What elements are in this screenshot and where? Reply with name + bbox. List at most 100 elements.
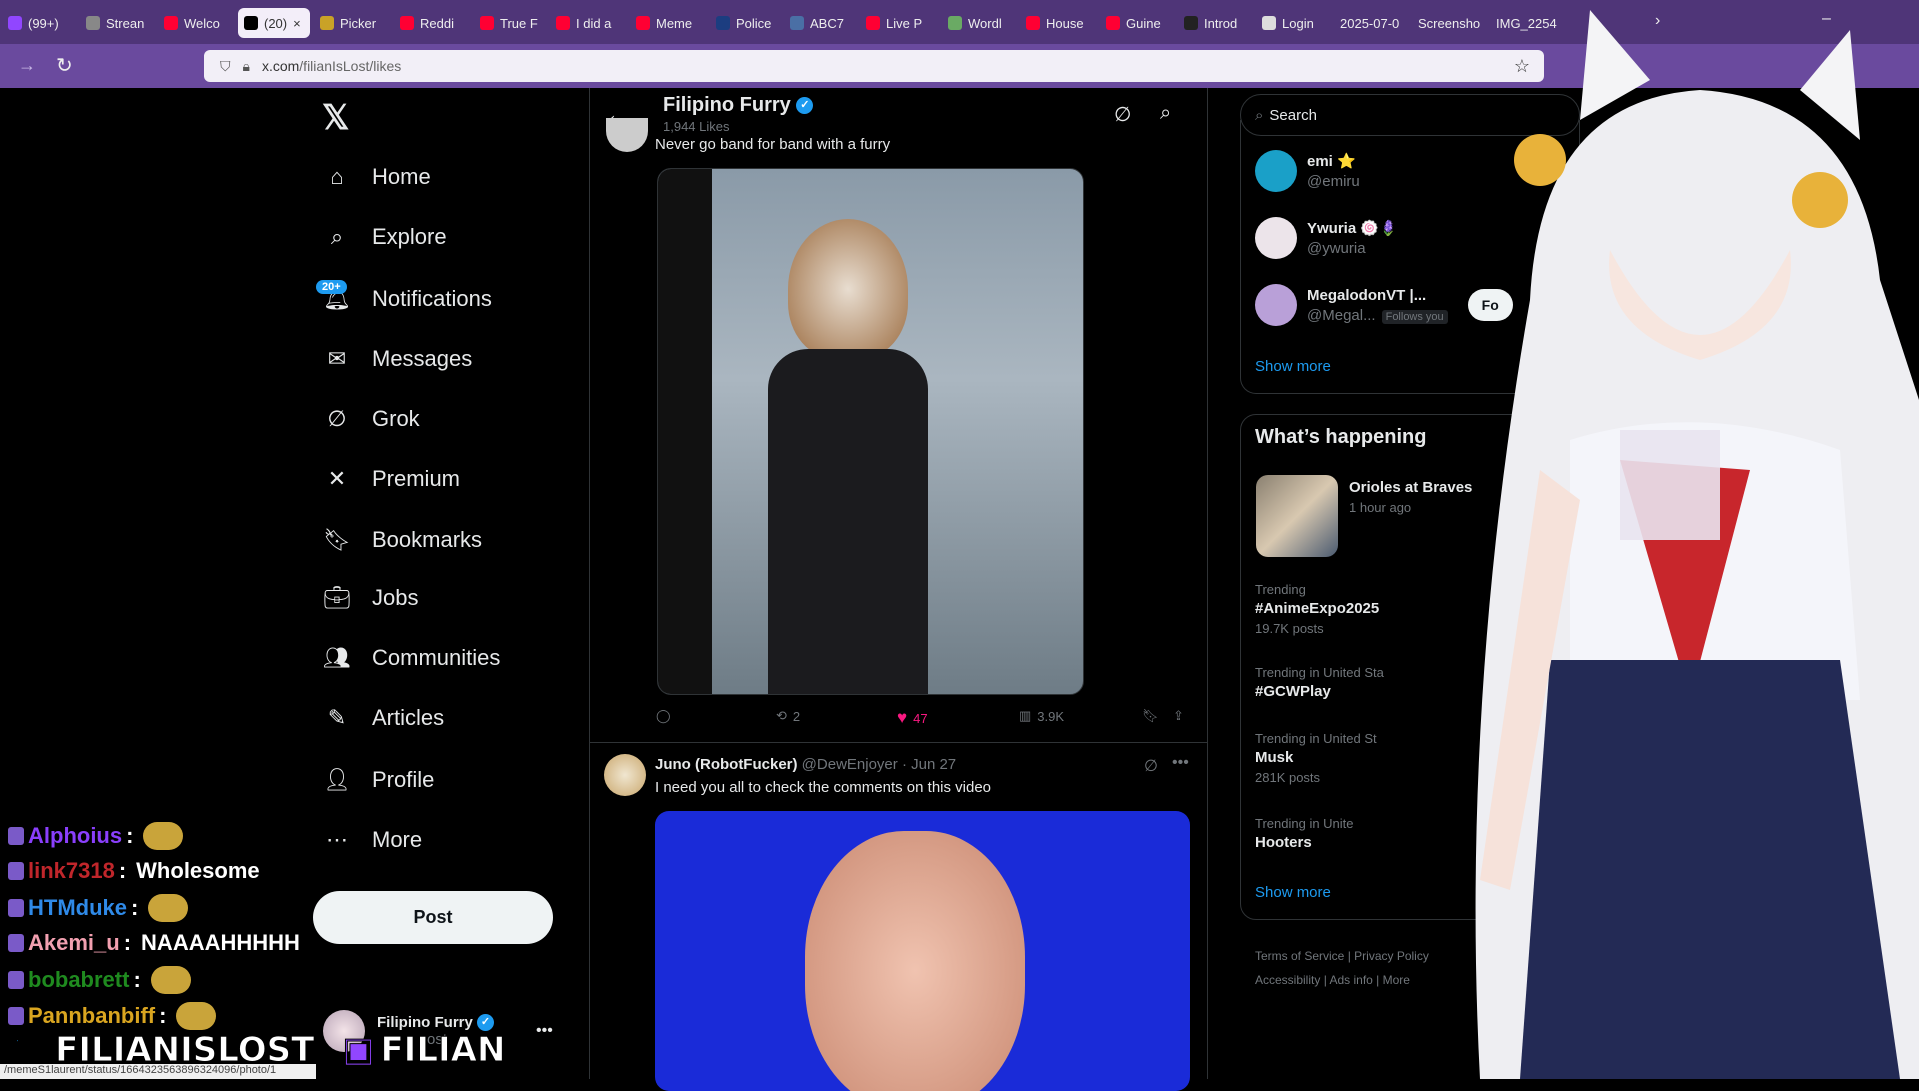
browser-tab[interactable]: I did a <box>556 8 630 38</box>
browser-tab[interactable]: (20) × <box>238 8 310 38</box>
more-icon[interactable]: ••• <box>536 1022 553 1040</box>
address-bar[interactable]: ⛉ 🔒︎ x.com/filianIsLost/likes ☆ <box>204 50 1544 82</box>
author-name[interactable]: Juno (RobotFucker) <box>655 756 798 773</box>
communities-icon: 👥︎ <box>323 645 351 670</box>
close-tab-icon[interactable]: × <box>293 16 301 31</box>
show-more-link[interactable]: Show more <box>1255 358 1331 375</box>
trend-name: Musk <box>1255 749 1294 766</box>
sidebar-item-bookmarks[interactable]: 🔖︎ Bookmarks <box>322 525 482 555</box>
grok-icon[interactable]: ∅ <box>1114 102 1131 127</box>
url-path: /filianIsLost/likes <box>299 58 402 74</box>
sidebar-item-label: Communities <box>372 645 501 670</box>
sidebar-item-label: Notifications <box>372 286 492 311</box>
footer-link[interactable]: More <box>1383 973 1410 987</box>
browser-tab[interactable]: Police <box>716 8 790 38</box>
bookmark-button[interactable]: 🔖︎ <box>1142 708 1159 724</box>
tweet-video[interactable] <box>655 811 1190 1091</box>
browser-tab[interactable]: Strean <box>86 8 160 38</box>
reply-button[interactable]: ◯ <box>656 708 671 724</box>
trend-item[interactable]: Trending in United St Musk 281K posts <box>1255 731 1377 785</box>
browser-tab[interactable]: Picker <box>320 8 394 38</box>
tab-title: House <box>1046 15 1084 31</box>
sidebar-item-profile[interactable]: 👤︎ Profile <box>322 765 434 795</box>
browser-tab[interactable]: ABC7 <box>790 8 864 38</box>
user-name: emi ⭐ <box>1307 153 1356 170</box>
post-button[interactable]: Post <box>313 891 553 944</box>
follow-suggestion[interactable]: emi ⭐ @emiru <box>1255 150 1360 192</box>
footer-link[interactable]: Privacy Policy <box>1354 949 1429 963</box>
footer-link[interactable]: Terms of Service <box>1255 949 1344 963</box>
sidebar-item-messages[interactable]: ✉ Messages <box>322 344 473 374</box>
favicon-icon <box>244 16 258 30</box>
sidebar-item-label: Bookmarks <box>372 527 483 552</box>
sidebar-item-notifications[interactable]: 🔔︎ Notifications <box>322 284 492 314</box>
browser-tab[interactable]: 2025-07-0 <box>1340 8 1414 38</box>
trend-item[interactable]: Trending in United Sta #GCWPlay <box>1255 665 1384 700</box>
tab-title: ABC7 <box>810 15 844 31</box>
sidebar-item-label: Premium <box>372 466 461 491</box>
footer-link[interactable]: Ads info <box>1329 973 1372 987</box>
more-circle-icon: ⋯ <box>326 827 348 852</box>
tweet-avatar[interactable] <box>604 754 646 796</box>
favicon-icon <box>320 16 334 30</box>
sidebar-item-articles[interactable]: ✎ Articles <box>322 703 444 733</box>
author-handle[interactable]: @DewEnjoyer <box>802 756 898 773</box>
emote-icon <box>143 822 184 850</box>
sidebar-item-home[interactable]: ⌂ Home <box>322 162 430 192</box>
tweet-date[interactable]: · Jun 27 <box>902 756 956 773</box>
sidebar-item-explore[interactable]: ⌕ Explore <box>322 222 447 252</box>
browser-tab[interactable]: Login <box>1262 8 1336 38</box>
browser-tab[interactable]: Welco <box>164 8 238 38</box>
share-button[interactable]: ⇪ <box>1173 708 1184 724</box>
browser-tab[interactable]: Reddi <box>400 8 474 38</box>
shield-icon: ⛉ <box>220 57 231 74</box>
forward-button[interactable]: → <box>18 55 36 76</box>
tab-title: Login <box>1282 15 1314 31</box>
browser-tab[interactable]: Meme <box>636 8 710 38</box>
chat-badge-icon <box>8 971 24 989</box>
favicon-icon <box>8 16 22 30</box>
show-more-link[interactable]: Show more <box>1255 884 1331 901</box>
browser-tab[interactable]: House <box>1026 8 1100 38</box>
tweet-avatar[interactable] <box>606 118 648 152</box>
chat-username: link7318 <box>28 858 115 883</box>
more-icon[interactable]: ••• <box>1172 754 1189 772</box>
sidebar-item-jobs[interactable]: 💼︎ Jobs <box>322 583 418 613</box>
browser-tab[interactable]: Guine <box>1106 8 1180 38</box>
retweet-icon: ⟲ <box>776 708 787 723</box>
reload-button[interactable]: ↻ <box>56 53 73 78</box>
trend-item[interactable]: Trending #AnimeExpo2025 19.7K posts <box>1255 582 1379 636</box>
tweet-image[interactable] <box>657 168 1084 695</box>
likes-count: 1,944 Likes <box>663 119 730 134</box>
browser-tab[interactable]: Introd <box>1184 8 1258 38</box>
grok-icon[interactable]: ∅ <box>1144 756 1158 776</box>
follow-suggestion[interactable]: Ywuria 🍥🪻 @ywuria <box>1255 217 1398 259</box>
retweet-button[interactable]: ⟲ 2 <box>776 708 800 724</box>
mail-icon: ✉ <box>327 346 347 371</box>
avatar <box>1255 217 1297 259</box>
sidebar-item-premium[interactable]: ✕ Premium <box>322 464 460 494</box>
chat-badge-icon <box>8 934 24 952</box>
views-button[interactable]: ▥ 3.9K <box>1019 708 1064 724</box>
trend-item[interactable]: Trending in Unite Hooters <box>1255 816 1354 851</box>
like-button[interactable]: ♥ 47 <box>897 708 928 728</box>
verified-icon: ✓ <box>796 97 814 115</box>
browser-tab[interactable]: Live P <box>866 8 940 38</box>
emote-icon <box>150 966 191 994</box>
sidebar-item-communities[interactable]: 👥︎ Communities <box>322 643 500 673</box>
x-logo[interactable]: 𝕏 <box>322 98 349 138</box>
favicon-icon <box>1106 16 1120 30</box>
event-image[interactable] <box>1256 475 1338 557</box>
browser-tab[interactable]: (99+) <box>8 8 82 38</box>
chat-username: bobabrett <box>28 967 130 992</box>
browser-tab[interactable]: True F <box>480 8 554 38</box>
favicon-icon <box>1184 16 1198 30</box>
browser-tab[interactable]: Wordl <box>948 8 1022 38</box>
chat-text: NAAAAHHHHH <box>141 930 300 955</box>
trend-context: Trending in Unite <box>1255 816 1354 831</box>
sidebar-item-grok[interactable]: ∅ Grok <box>322 404 419 434</box>
search-icon[interactable]: ⌕ <box>1160 102 1171 125</box>
chat-message: bobabrett: <box>8 966 191 994</box>
sidebar-item-more[interactable]: ⋯ More <box>322 825 422 855</box>
footer-link[interactable]: Accessibility <box>1255 973 1320 987</box>
